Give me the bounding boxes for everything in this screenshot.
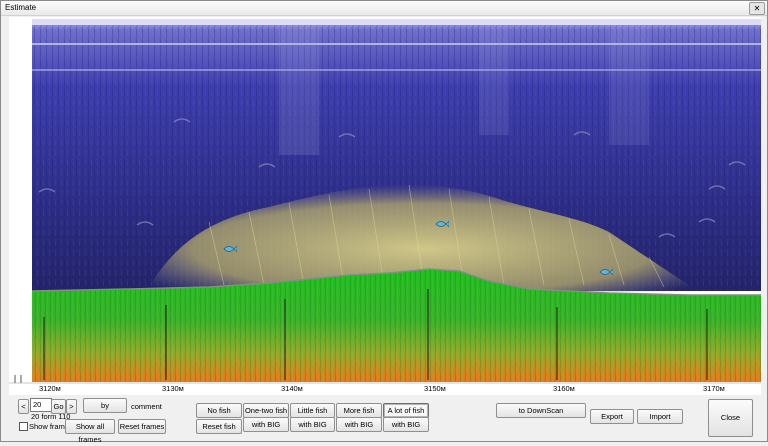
show-all-frames-button[interactable]: Show all frames [65,419,115,444]
to-downscan-button[interactable]: to DownScan [496,403,586,418]
fish-icon [599,268,613,276]
fish-icon [435,220,449,228]
one-two-fish-button[interactable]: One-two fish [243,403,289,418]
a-lot-of-fish-with-big-button[interactable]: with BIG [383,417,429,432]
title-bar: Estimate ✕ [1,1,767,16]
little-fish-button[interactable]: Little fish [290,403,335,418]
estimate-window: Estimate ✕ 3120м 3130м 3140м 3150м 3160м… [0,0,768,444]
reset-fish-button[interactable]: Reset fish [196,419,242,434]
close-button[interactable]: Close [708,399,753,437]
show-frame-label: Show frame [29,422,70,431]
ruler-tick: 3120м [39,384,61,393]
ruler-tick: 3160м [553,384,575,393]
little-fish-with-big-button[interactable]: with BIG [290,417,335,432]
no-fish-button[interactable]: No fish [196,403,242,418]
prev-frame-button[interactable]: < [18,399,29,414]
frame-number-input[interactable]: 20 [30,398,52,412]
reset-frames-button[interactable]: Reset frames [118,419,166,434]
more-fish-button[interactable]: More fish [336,403,382,418]
ruler-tick: 3150м [424,384,446,393]
ruler-tick: 3130м [162,384,184,393]
ruler-tick: 3140м [281,384,303,393]
comment-label: comment [131,402,162,411]
show-frame-checkbox[interactable] [19,422,28,431]
import-button[interactable]: Import [637,409,683,424]
ruler-tick: 3170м [703,384,725,393]
fish-icon [223,245,237,253]
sonar-image [9,17,761,395]
export-button[interactable]: Export [590,409,634,424]
window-title: Estimate [5,3,37,12]
a-lot-of-fish-button[interactable]: A lot of fish [383,403,429,418]
more-fish-with-big-button[interactable]: with BIG [336,417,382,432]
by-button[interactable]: by [83,398,127,413]
one-two-fish-with-big-button[interactable]: with BIG [243,417,289,432]
window-close-icon[interactable]: ✕ [749,2,765,15]
